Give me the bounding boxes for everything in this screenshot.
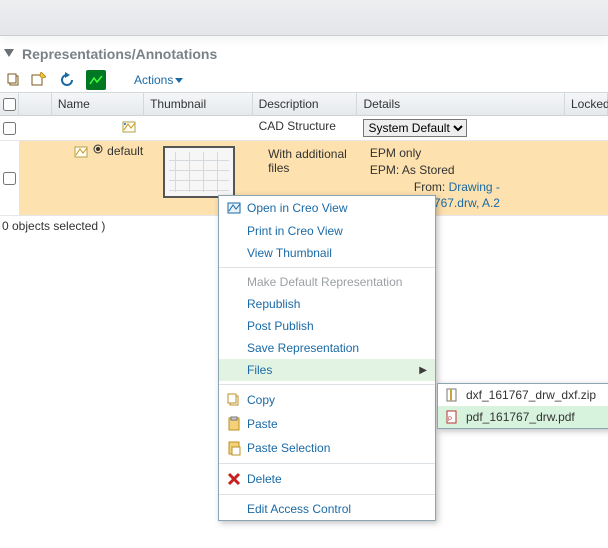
row-name: default [107, 144, 143, 158]
ctx-edit-access-control[interactable]: Edit Access Control [219, 498, 435, 520]
system-default-select[interactable]: System Default [363, 119, 467, 137]
select-all-checkbox[interactable] [3, 98, 16, 111]
column-details[interactable]: Details [357, 93, 565, 115]
row-checkbox-cell[interactable] [0, 116, 19, 140]
grid-header: Name Thumbnail Description Details Locke… [0, 93, 608, 116]
ctx-save-representation[interactable]: Save Representation [219, 337, 435, 359]
default-flag-icon [93, 144, 103, 154]
menu-item-label: Make Default Representation [245, 275, 427, 289]
menu-separator [219, 463, 435, 464]
details-line: EPM: As Stored [370, 162, 558, 179]
ctx-make-default: Make Default Representation [219, 271, 435, 293]
submenu-arrow-icon: ▶ [419, 365, 427, 376]
ctx-files[interactable]: Files ▶ [219, 359, 435, 381]
menu-item-label: Post Publish [245, 319, 427, 333]
menu-item-label: Delete [245, 472, 427, 486]
actions-menu[interactable]: Actions [130, 71, 187, 89]
row-thumbnail-cell [144, 116, 252, 140]
ctx-paste[interactable]: Paste [219, 412, 435, 436]
file-item[interactable]: dxf_161767_drw_dxf.zip [438, 384, 608, 406]
ctx-copy[interactable]: Copy [219, 388, 435, 412]
representation-icon [121, 119, 137, 137]
column-icon [19, 93, 52, 115]
section-title: Representations/Annotations [22, 46, 217, 62]
collapse-icon[interactable] [4, 49, 14, 59]
row-locked-cell [565, 116, 608, 140]
file-label: pdf_161767_drw.pdf [460, 410, 575, 424]
toolbar: Actions [0, 68, 608, 92]
details-prefix: From: [414, 180, 449, 194]
row-checkbox[interactable] [3, 172, 16, 185]
column-thumbnail[interactable]: Thumbnail [144, 93, 252, 115]
menu-item-label: Files [245, 363, 419, 377]
ctx-delete[interactable]: Delete [219, 467, 435, 491]
representation-icon [73, 144, 89, 160]
paste-selection-icon [223, 440, 245, 456]
menu-item-label: Print in Creo View [245, 224, 427, 238]
ctx-view-thumbnail[interactable]: View Thumbnail [219, 242, 435, 264]
section-header[interactable]: Representations/Annotations [0, 36, 608, 68]
file-item[interactable]: P pdf_161767_drw.pdf [438, 406, 608, 428]
thumbnail-preview[interactable] [163, 146, 235, 198]
row-icon-cell [19, 116, 52, 140]
actions-label: Actions [134, 73, 173, 87]
row-icon-cell [19, 141, 51, 215]
zip-file-icon [444, 388, 460, 402]
pdf-file-icon: P [444, 410, 460, 424]
file-label: dxf_161767_drw_dxf.zip [460, 388, 596, 402]
row-name-cell [52, 116, 144, 140]
open-icon [223, 200, 245, 216]
menu-item-label: View Thumbnail [245, 246, 427, 260]
chart-icon[interactable] [86, 70, 106, 90]
menu-item-label: Paste Selection [245, 441, 427, 455]
ctx-paste-selection[interactable]: Paste Selection [219, 436, 435, 460]
menu-item-label: Open in Creo View [245, 201, 427, 215]
ctx-print-in-creo-view[interactable]: Print in Creo View [219, 220, 435, 242]
column-locked[interactable]: Locked [565, 93, 608, 115]
column-description[interactable]: Description [253, 93, 358, 115]
menu-item-label: Edit Access Control [245, 502, 427, 516]
top-toolbar-area [0, 0, 608, 36]
menu-separator [219, 267, 435, 268]
menu-separator [219, 384, 435, 385]
copy-icon[interactable] [4, 70, 24, 90]
paste-icon [223, 416, 245, 432]
details-line: EPM only [370, 145, 558, 162]
context-menu[interactable]: Open in Creo View Print in Creo View Vie… [218, 195, 436, 521]
ctx-republish[interactable]: Republish [219, 293, 435, 315]
new-icon[interactable] [28, 70, 48, 90]
menu-item-label: Republish [245, 297, 427, 311]
menu-separator [219, 494, 435, 495]
row-details-cell: System Default [357, 116, 565, 140]
row-description: CAD Structure [253, 116, 358, 140]
row-name-cell: default [51, 141, 157, 215]
menu-item-label: Paste [245, 417, 427, 431]
ctx-open-in-creo-view[interactable]: Open in Creo View [219, 196, 435, 220]
table-row[interactable]: CAD Structure System Default [0, 116, 608, 141]
column-name[interactable]: Name [52, 93, 144, 115]
svg-text:P: P [448, 417, 452, 423]
delete-icon [223, 471, 245, 487]
row-checkbox-cell[interactable] [0, 141, 19, 215]
row-checkbox[interactable] [3, 122, 16, 135]
copy-icon [223, 392, 245, 408]
ctx-post-publish[interactable]: Post Publish [219, 315, 435, 337]
row-locked-cell [565, 141, 608, 215]
column-checkbox[interactable] [0, 93, 19, 115]
menu-item-label: Save Representation [245, 341, 427, 355]
files-submenu[interactable]: dxf_161767_drw_dxf.zip P pdf_161767_drw.… [437, 383, 608, 429]
caret-down-icon [175, 76, 183, 84]
refresh-icon[interactable] [57, 70, 77, 90]
menu-item-label: Copy [245, 393, 427, 407]
